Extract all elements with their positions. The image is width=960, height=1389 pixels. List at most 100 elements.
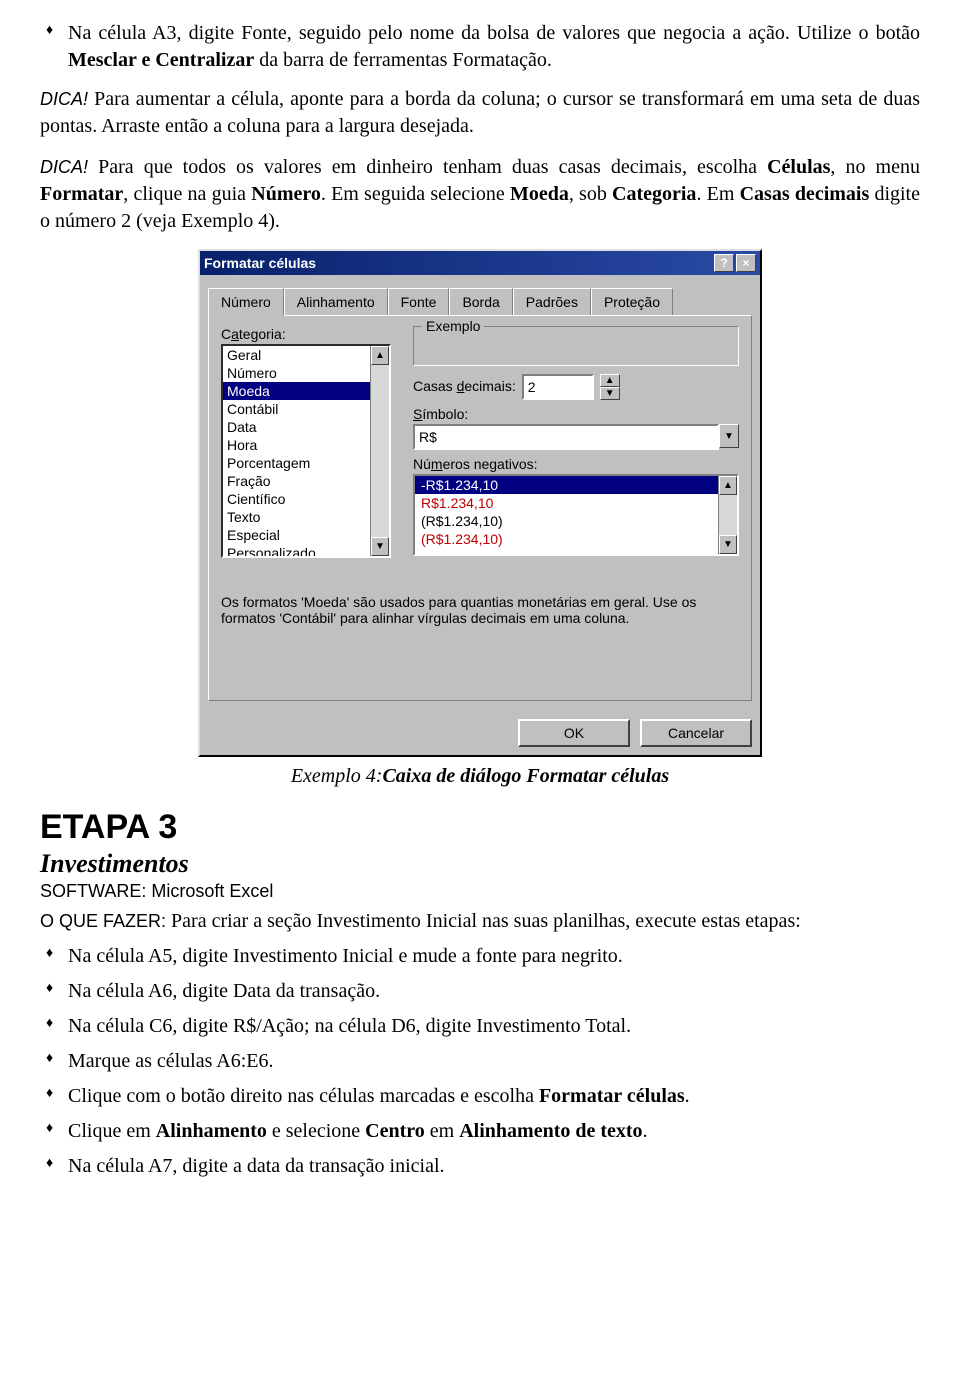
negatives-label: Números negativos: xyxy=(413,456,739,472)
t: Para que todos os valores em dinheiro te… xyxy=(88,156,767,178)
symbol-combo[interactable]: R$ ▼ xyxy=(413,424,739,450)
scroll-down-icon[interactable]: ▼ xyxy=(371,537,389,556)
t: em xyxy=(425,1120,459,1142)
t: . Em xyxy=(696,183,739,205)
b: Casas decimais xyxy=(740,183,870,205)
cat-cientifico[interactable]: Científico xyxy=(223,490,370,508)
categoria-label: Categoria: xyxy=(221,326,391,342)
tab-padroes[interactable]: Padrões xyxy=(513,288,591,316)
todo-line: O QUE FAZER: Para criar a seção Investim… xyxy=(40,908,920,935)
b: Moeda xyxy=(510,183,569,205)
dialog-title: Formatar células xyxy=(204,255,316,271)
exemplo-label: Exemplo xyxy=(422,318,484,334)
tabs: Número Alinhamento Fonte Borda Padrões P… xyxy=(208,287,752,315)
scroll-down-icon[interactable]: ▼ xyxy=(719,535,737,554)
chevron-down-icon[interactable]: ▼ xyxy=(719,424,739,448)
cat-geral[interactable]: Geral xyxy=(223,346,370,364)
symbol-value[interactable]: R$ xyxy=(413,424,719,450)
decimals-label: Casas decimais: xyxy=(413,378,516,394)
b: Número xyxy=(251,183,321,205)
neg-opt-3[interactable]: (R$1.234,10) xyxy=(415,530,718,548)
cat-personalizado[interactable]: Personalizado xyxy=(223,544,370,558)
tab-alinhamento[interactable]: Alinhamento xyxy=(284,288,388,316)
text: da barra de ferramentas Formatação. xyxy=(254,49,552,71)
bold-text: Mesclar e Centralizar xyxy=(68,49,254,71)
cat-moeda[interactable]: Moeda xyxy=(223,382,370,400)
software-value: Microsoft Excel xyxy=(151,881,273,901)
t: , clique na guia xyxy=(123,183,251,205)
scroll-up-icon[interactable]: ▲ xyxy=(719,476,737,495)
etapa-heading: ETAPA 3 xyxy=(40,808,920,847)
b: Categoria xyxy=(612,183,696,205)
t: Clique em xyxy=(68,1120,156,1142)
negatives-scrollbar[interactable]: ▲ ▼ xyxy=(718,476,737,554)
t: , sob xyxy=(569,183,612,205)
etapa-b4: Marque as células A6:E6. xyxy=(40,1048,920,1075)
tab-borda[interactable]: Borda xyxy=(449,288,512,316)
t: e selecione xyxy=(267,1120,365,1142)
etapa-b6: Clique em Alinhamento e selecione Centro… xyxy=(40,1118,920,1145)
b: Formatar xyxy=(40,183,123,205)
software-label: SOFTWARE: xyxy=(40,881,151,901)
b: Células xyxy=(767,156,830,178)
cat-data[interactable]: Data xyxy=(223,418,370,436)
cat-contabil[interactable]: Contábil xyxy=(223,400,370,418)
caption-prefix: Exemplo 4: xyxy=(291,765,383,787)
etapa-b2: Na célula A6, digite Data da transação. xyxy=(40,978,920,1005)
text: Na célula A3, digite Fonte, seguido pelo… xyxy=(68,22,920,44)
cat-porcentagem[interactable]: Porcentagem xyxy=(223,454,370,472)
dica-label: DICA! xyxy=(40,89,88,109)
neg-opt-2[interactable]: (R$1.234,10) xyxy=(415,512,718,530)
categoria-scrollbar[interactable]: ▲ ▼ xyxy=(370,346,389,556)
symbol-label: Símbolo: xyxy=(413,406,739,422)
b: Alinhamento xyxy=(156,1120,267,1142)
cat-fracao[interactable]: Fração xyxy=(223,472,370,490)
todo-text: Para criar a seção Investimento Inicial … xyxy=(166,910,801,932)
tab-panel-numero: Categoria: Geral Número Moeda Contábil D… xyxy=(208,315,752,701)
tab-protecao[interactable]: Proteção xyxy=(591,288,673,316)
neg-opt-1[interactable]: R$1.234,10 xyxy=(415,494,718,512)
t: . Em seguida selecione xyxy=(321,183,510,205)
tab-numero[interactable]: Número xyxy=(208,288,284,316)
t: Clique com o botão direito nas células m… xyxy=(68,1085,539,1107)
neg-opt-0[interactable]: -R$1.234,10 xyxy=(415,476,718,494)
negatives-listbox[interactable]: -R$1.234,10 R$1.234,10 (R$1.234,10) (R$1… xyxy=(413,474,739,556)
exemplo-box: Exemplo xyxy=(413,326,739,366)
scroll-up-icon[interactable]: ▲ xyxy=(371,346,389,365)
dialog-titlebar[interactable]: Formatar células ? × xyxy=(200,251,760,275)
software-line: SOFTWARE: Microsoft Excel xyxy=(40,881,920,902)
dica-1: DICA! Para aumentar a célula, aponte par… xyxy=(40,86,920,140)
format-cells-dialog: Formatar células ? × Número Alinhamento … xyxy=(198,249,762,757)
categoria-listbox[interactable]: Geral Número Moeda Contábil Data Hora Po… xyxy=(221,344,391,558)
decimals-spin-down[interactable]: ▼ xyxy=(600,387,620,400)
close-button[interactable]: × xyxy=(736,254,756,272)
intro-bullets: Na célula A3, digite Fonte, seguido pelo… xyxy=(40,20,920,74)
etapa-b7: Na célula A7, digite a data da transação… xyxy=(40,1153,920,1180)
etapa-b1: Na célula A5, digite Investimento Inicia… xyxy=(40,943,920,970)
help-button[interactable]: ? xyxy=(714,254,734,272)
etapa-b5: Clique com o botão direito nas células m… xyxy=(40,1083,920,1110)
cat-texto[interactable]: Texto xyxy=(223,508,370,526)
figure-caption: Exemplo 4:Caixa de diálogo Formatar célu… xyxy=(40,765,920,788)
b: Formatar células xyxy=(539,1085,685,1107)
t: . xyxy=(643,1120,648,1142)
cancel-button[interactable]: Cancelar xyxy=(640,719,752,747)
b: Centro xyxy=(365,1120,425,1142)
cat-numero[interactable]: Número xyxy=(223,364,370,382)
decimals-spin-up[interactable]: ▲ xyxy=(600,374,620,387)
todo-label: O QUE FAZER: xyxy=(40,911,166,931)
dica-text: Para aumentar a célula, aponte para a bo… xyxy=(40,88,920,137)
ok-button[interactable]: OK xyxy=(518,719,630,747)
decimals-input[interactable]: 2 xyxy=(522,374,594,400)
etapa-b3: Na célula C6, digite R$/Ação; na célula … xyxy=(40,1013,920,1040)
t: . xyxy=(685,1085,690,1107)
tab-fonte[interactable]: Fonte xyxy=(388,288,450,316)
intro-bullet-1: Na célula A3, digite Fonte, seguido pelo… xyxy=(40,20,920,74)
t: , no menu xyxy=(830,156,920,178)
cat-especial[interactable]: Especial xyxy=(223,526,370,544)
cat-hora[interactable]: Hora xyxy=(223,436,370,454)
etapa-subtitle: Investimentos xyxy=(40,849,920,879)
dica-label: DICA! xyxy=(40,157,88,177)
etapa-bullets: Na célula A5, digite Investimento Inicia… xyxy=(40,943,920,1180)
format-hint: Os formatos 'Moeda' são usados para quan… xyxy=(221,594,739,626)
